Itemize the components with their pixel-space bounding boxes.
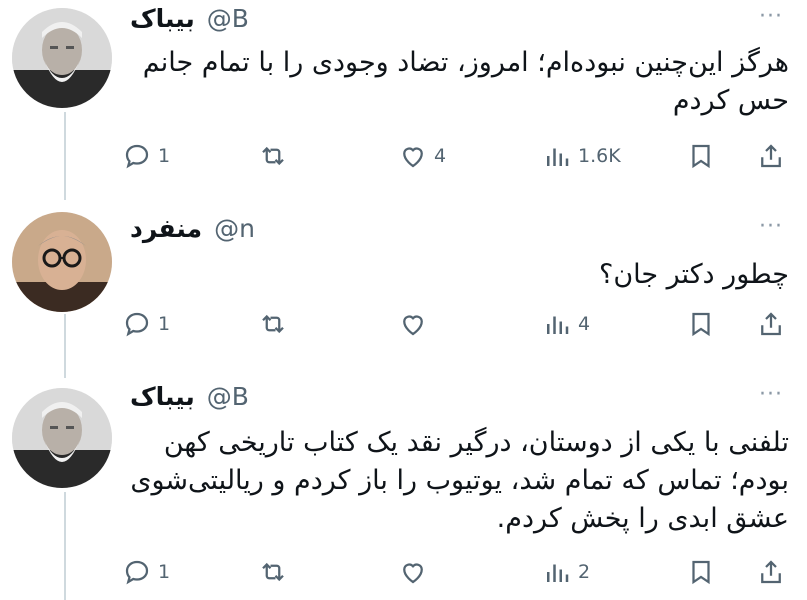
views-button[interactable]: 4 [542, 304, 590, 344]
like-count: 4 [434, 145, 447, 167]
bookmark-button[interactable] [686, 552, 716, 592]
share-icon [761, 560, 781, 584]
avatar[interactable] [12, 388, 112, 488]
repost-button[interactable] [258, 136, 294, 176]
man-with-glasses-portrait [12, 212, 112, 312]
bookmark-icon [692, 312, 710, 337]
action-bar: 1 4 [0, 304, 807, 344]
more-options-icon[interactable]: ··· [759, 214, 783, 239]
repost-icon [262, 314, 284, 334]
views-count: 1.6K [578, 145, 621, 167]
more-options-icon[interactable]: ··· [759, 4, 783, 29]
heart-icon [403, 563, 423, 584]
repost-icon [262, 146, 284, 166]
share-button[interactable] [756, 304, 786, 344]
bearded-old-man-portrait [12, 8, 112, 108]
more-options-icon[interactable]: ··· [759, 382, 783, 407]
author-name[interactable]: منفرد [130, 214, 202, 243]
reply-count: 1 [158, 561, 171, 583]
share-icon [761, 144, 781, 168]
like-button[interactable] [398, 552, 434, 592]
views-count: 2 [578, 561, 591, 583]
views-count: 4 [578, 313, 591, 335]
reply-button[interactable]: 1 [122, 136, 170, 176]
post-text: هرگز این‌چنین نبوده‌ام؛ امروز، تضاد وجود… [142, 47, 789, 116]
author-name[interactable]: بیباک [130, 382, 195, 411]
repost-icon [262, 562, 284, 582]
share-button[interactable] [756, 136, 786, 176]
views-chart-icon [547, 148, 569, 166]
reply-count: 1 [158, 313, 171, 335]
repost-button[interactable] [258, 304, 294, 344]
bearded-old-man-portrait [12, 388, 112, 488]
action-bar: 1 2 [0, 552, 807, 592]
views-chart-icon [547, 564, 569, 582]
reply-count: 1 [158, 145, 171, 167]
views-chart-icon [547, 316, 569, 334]
like-button[interactable]: 4 [398, 136, 446, 176]
reply-icon [125, 312, 149, 337]
author-handle[interactable]: @B [207, 382, 249, 411]
views-button[interactable]: 1.6K [542, 136, 621, 176]
author-handle[interactable]: @n [214, 214, 255, 243]
avatar[interactable] [12, 212, 112, 312]
like-button[interactable] [398, 304, 434, 344]
author-name[interactable]: بیباک [130, 4, 195, 33]
bookmark-button[interactable] [686, 136, 716, 176]
post-text: تلفنی با یکی از دوستان، درگیر نقد یک کتا… [130, 427, 789, 534]
avatar[interactable] [12, 8, 112, 108]
share-icon [761, 312, 781, 336]
heart-icon [403, 315, 423, 336]
repost-button[interactable] [258, 552, 294, 592]
reply-icon [125, 144, 149, 169]
bookmark-icon [692, 144, 710, 169]
author-handle[interactable]: @B [207, 4, 249, 33]
action-bar: 1 4 1.6K [0, 136, 807, 176]
share-button[interactable] [756, 552, 786, 592]
reply-icon [125, 560, 149, 585]
reply-button[interactable]: 1 [122, 304, 170, 344]
views-button[interactable]: 2 [542, 552, 590, 592]
bookmark-icon [692, 560, 710, 585]
heart-icon [403, 147, 423, 168]
reply-button[interactable]: 1 [122, 552, 170, 592]
bookmark-button[interactable] [686, 304, 716, 344]
post-text: چطور دکتر جان؟ [599, 259, 789, 290]
